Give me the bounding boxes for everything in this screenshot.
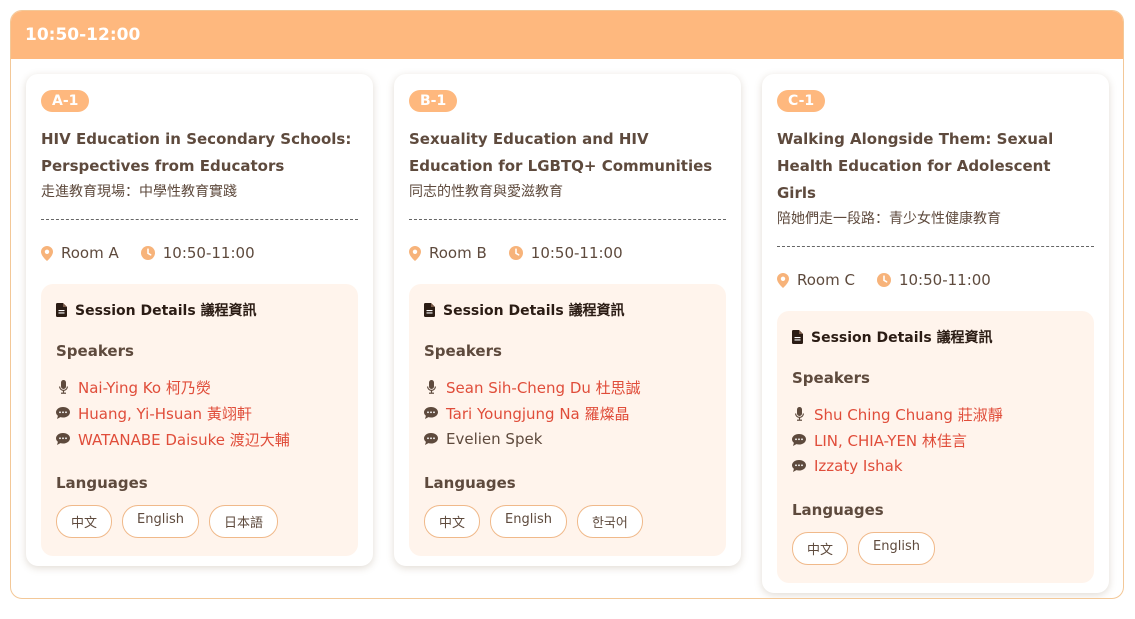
session-card-c1[interactable]: C-1 Walking Alongside Them: Sexual Healt…	[762, 74, 1109, 593]
speaker-name: Evelien Spek	[446, 430, 543, 448]
clock-icon	[876, 273, 891, 287]
time-slot-header: 10:50-12:00	[11, 11, 1123, 59]
speakers-list: Shu Ching Chuang 莊淑靜 LIN, CHIA-YEN 林佳言 I…	[792, 401, 1079, 479]
microphone-icon	[56, 380, 70, 394]
speaker-name[interactable]: Tari Youngjung Na 羅燦晶	[446, 403, 630, 424]
session-meta: Room C 10:50-11:00	[777, 269, 1094, 291]
language-tag: 한국어	[576, 505, 643, 538]
languages-list: 中文 English 한국어	[424, 505, 711, 538]
microphone-icon	[792, 407, 806, 421]
languages-label: Languages	[424, 474, 516, 492]
session-cards: A-1 HIV Education in Secondary Schools: …	[11, 59, 1123, 598]
session-room: Room C	[797, 271, 855, 289]
session-card-b1[interactable]: B-1 Sexuality Education and HIV Educatio…	[394, 74, 741, 566]
speaker-name[interactable]: Shu Ching Chuang 莊淑靜	[814, 404, 1003, 425]
speaker-item[interactable]: Huang, Yi-Hsuan 黃翊軒	[56, 400, 343, 426]
languages-list: 中文 English	[792, 532, 1079, 565]
speaker-item[interactable]: Tari Youngjung Na 羅燦晶	[424, 400, 711, 426]
session-time: 10:50-11:00	[898, 271, 991, 289]
chat-icon	[792, 434, 806, 446]
chat-icon	[424, 433, 438, 445]
speaker-name[interactable]: Izzaty Ishak	[814, 457, 903, 475]
session-title-en: HIV Education in Secondary Schools: Pers…	[41, 130, 352, 175]
speakers-label: Speakers	[424, 342, 502, 360]
speaker-item[interactable]: LIN, CHIA-YEN 林佳言	[792, 427, 1079, 453]
session-code-badge: A-1	[41, 90, 90, 112]
document-icon	[424, 303, 435, 317]
session-title-zh: 同志的性教育與愛滋教育	[409, 184, 563, 200]
language-tag: English	[122, 505, 199, 538]
session-title-zh: 陪她們走一段路：青少女性健康教育	[777, 211, 1001, 227]
chat-icon	[792, 460, 806, 472]
language-tag: 中文	[424, 505, 481, 538]
document-icon	[56, 303, 67, 317]
speaker-name[interactable]: Huang, Yi-Hsuan 黃翊軒	[78, 403, 252, 424]
speaker-name[interactable]: Nai-Ying Ko 柯乃熒	[78, 377, 211, 398]
divider	[409, 219, 726, 220]
chat-icon	[424, 407, 438, 419]
time-slot-label: 10:50-12:00	[25, 25, 141, 45]
session-details-panel: Session Details 議程資訊 Speakers Shu Ching …	[777, 311, 1094, 583]
speaker-item[interactable]: Shu Ching Chuang 莊淑靜	[792, 401, 1079, 427]
session-room: Room A	[61, 244, 119, 262]
divider	[777, 246, 1094, 247]
divider	[41, 219, 358, 220]
speaker-name[interactable]: WATANABE Daisuke 渡辺大輔	[78, 429, 290, 450]
session-title-en: Sexuality Education and HIV Education fo…	[409, 130, 713, 175]
language-tag: English	[858, 532, 935, 565]
languages-label: Languages	[56, 474, 148, 492]
session-title-zh: 走進教育現場：中學性教育實踐	[41, 184, 237, 200]
speaker-item[interactable]: WATANABE Daisuke 渡辺大輔	[56, 426, 343, 452]
language-tag: English	[490, 505, 567, 538]
location-pin-icon	[409, 245, 421, 261]
location-pin-icon	[777, 272, 789, 288]
session-details-panel: Session Details 議程資訊 Speakers Nai-Ying K…	[41, 284, 358, 556]
session-meta: Room B 10:50-11:00	[409, 242, 726, 264]
speaker-item: Evelien Spek	[424, 426, 711, 452]
session-time: 10:50-11:00	[162, 244, 255, 262]
session-details-heading: Session Details 議程資訊	[56, 300, 343, 320]
chat-icon	[56, 407, 70, 419]
location-pin-icon	[41, 245, 53, 261]
session-room: Room B	[429, 244, 487, 262]
speakers-list: Sean Sih-Cheng Du 杜思誠 Tari Youngjung Na …	[424, 374, 711, 452]
session-card-a1[interactable]: A-1 HIV Education in Secondary Schools: …	[26, 74, 373, 566]
language-tag: 中文	[792, 532, 849, 565]
session-time: 10:50-11:00	[530, 244, 623, 262]
speakers-label: Speakers	[792, 369, 870, 387]
speakers-list: Nai-Ying Ko 柯乃熒 Huang, Yi-Hsuan 黃翊軒 WATA…	[56, 374, 343, 452]
session-details-panel: Session Details 議程資訊 Speakers Sean Sih-C…	[409, 284, 726, 556]
session-details-heading: Session Details 議程資訊	[424, 300, 711, 320]
session-title-en: Walking Alongside Them: Sexual Health Ed…	[777, 130, 1054, 202]
session-meta: Room A 10:50-11:00	[41, 242, 358, 264]
speaker-item[interactable]: Izzaty Ishak	[792, 453, 1079, 479]
microphone-icon	[424, 380, 438, 394]
clock-icon	[140, 246, 155, 260]
session-code-badge: C-1	[777, 90, 826, 112]
language-tag: 中文	[56, 505, 113, 538]
session-code-badge: B-1	[409, 90, 458, 112]
languages-label: Languages	[792, 501, 884, 519]
chat-icon	[56, 433, 70, 445]
clock-icon	[508, 246, 523, 260]
time-slot-block: 10:50-12:00 A-1 HIV Education in Seconda…	[10, 10, 1124, 599]
speakers-label: Speakers	[56, 342, 134, 360]
speaker-name[interactable]: Sean Sih-Cheng Du 杜思誠	[446, 377, 641, 398]
speaker-item[interactable]: Nai-Ying Ko 柯乃熒	[56, 374, 343, 400]
language-tag: 日本語	[208, 505, 278, 538]
speaker-item[interactable]: Sean Sih-Cheng Du 杜思誠	[424, 374, 711, 400]
document-icon	[792, 330, 803, 344]
session-details-heading: Session Details 議程資訊	[792, 327, 1079, 347]
languages-list: 中文 English 日本語	[56, 505, 343, 538]
speaker-name[interactable]: LIN, CHIA-YEN 林佳言	[814, 430, 967, 451]
